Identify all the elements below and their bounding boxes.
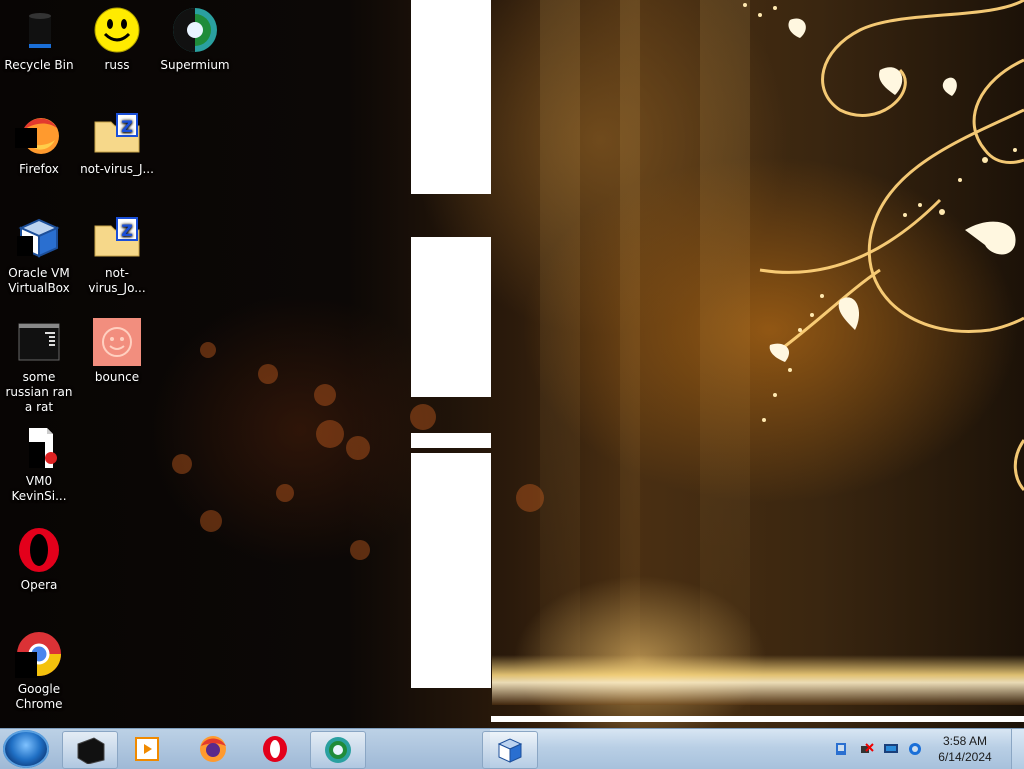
- firefox-icon: [200, 736, 226, 762]
- opera-icon: [15, 526, 63, 574]
- start-button[interactable]: [3, 730, 49, 768]
- taskbar: 3:58 AM 6/14/2024: [0, 728, 1024, 769]
- white-panel: [411, 0, 491, 194]
- supermium-desktop-icon[interactable]: Supermium: [156, 0, 234, 73]
- network-icon[interactable]: [834, 742, 848, 756]
- volume-muted-icon[interactable]: [860, 742, 874, 756]
- bounce-smiley-icon: [93, 318, 141, 366]
- taskbar-cmd-button[interactable]: [62, 731, 118, 769]
- virtualbox-icon: [497, 738, 523, 763]
- taskbar-opera-button[interactable]: [248, 731, 302, 767]
- clock-date: 6/14/2024: [938, 750, 992, 764]
- system-tray: 3:58 AM 6/14/2024: [834, 729, 1024, 769]
- chrome-icon: [15, 630, 63, 678]
- cmd-icon: [77, 737, 105, 764]
- taskbar-supermium-button[interactable]: [310, 731, 366, 769]
- some-russian-desktop-icon[interactable]: some russian ran a rat: [0, 312, 78, 415]
- white-panel: [411, 453, 491, 688]
- opera-icon: [263, 736, 287, 762]
- display-icon[interactable]: [884, 742, 898, 756]
- white-strip: [491, 716, 1024, 722]
- bounce-desktop-icon[interactable]: bounce: [78, 312, 156, 385]
- clock[interactable]: 3:58 AM 6/14/2024: [930, 733, 1000, 765]
- not-virus-1-desktop-icon[interactable]: Z not-virus_J...: [78, 104, 156, 177]
- shortcut-file-icon: [15, 422, 63, 470]
- virtualbox-icon: [15, 214, 63, 262]
- svg-text:Z: Z: [121, 117, 133, 136]
- supermium-icon: [325, 737, 351, 763]
- firefox-icon: [15, 110, 63, 158]
- virtualbox-desktop-icon[interactable]: Oracle VM VirtualBox: [0, 208, 78, 296]
- not-virus-2-desktop-icon[interactable]: Z not-virus_Jo...: [78, 208, 156, 296]
- firefox-desktop-icon[interactable]: Firefox: [0, 104, 78, 177]
- svg-text:Z: Z: [121, 221, 133, 240]
- zip-folder-icon: Z: [93, 110, 141, 158]
- supermium-icon: [171, 6, 219, 54]
- console-window-icon: [15, 318, 63, 366]
- desktop-wallpaper: Recycle Bin russ Supermium Firefox Z not…: [0, 0, 1024, 728]
- media-player-icon: [135, 737, 159, 761]
- smiley-face-icon: [93, 6, 141, 54]
- taskbar-firefox-button[interactable]: [186, 731, 240, 767]
- show-desktop-button[interactable]: [1011, 729, 1024, 769]
- opera-desktop-icon[interactable]: Opera: [0, 520, 78, 593]
- taskbar-virtualbox-button[interactable]: [482, 731, 538, 769]
- white-panel: [411, 433, 491, 448]
- vm0-desktop-icon[interactable]: VM0 KevinSi...: [0, 416, 78, 504]
- ie-icon[interactable]: [908, 742, 922, 756]
- white-panel: [411, 237, 491, 397]
- recycle-bin-desktop-icon[interactable]: Recycle Bin: [0, 0, 78, 73]
- zip-folder-icon: Z: [93, 214, 141, 262]
- clock-time: 3:58 AM: [942, 734, 988, 748]
- chrome-desktop-icon[interactable]: Google Chrome: [0, 624, 78, 712]
- russ-desktop-icon[interactable]: russ: [78, 0, 156, 73]
- recycle-bin-icon: [15, 6, 63, 54]
- taskbar-media-player-button[interactable]: [120, 731, 174, 767]
